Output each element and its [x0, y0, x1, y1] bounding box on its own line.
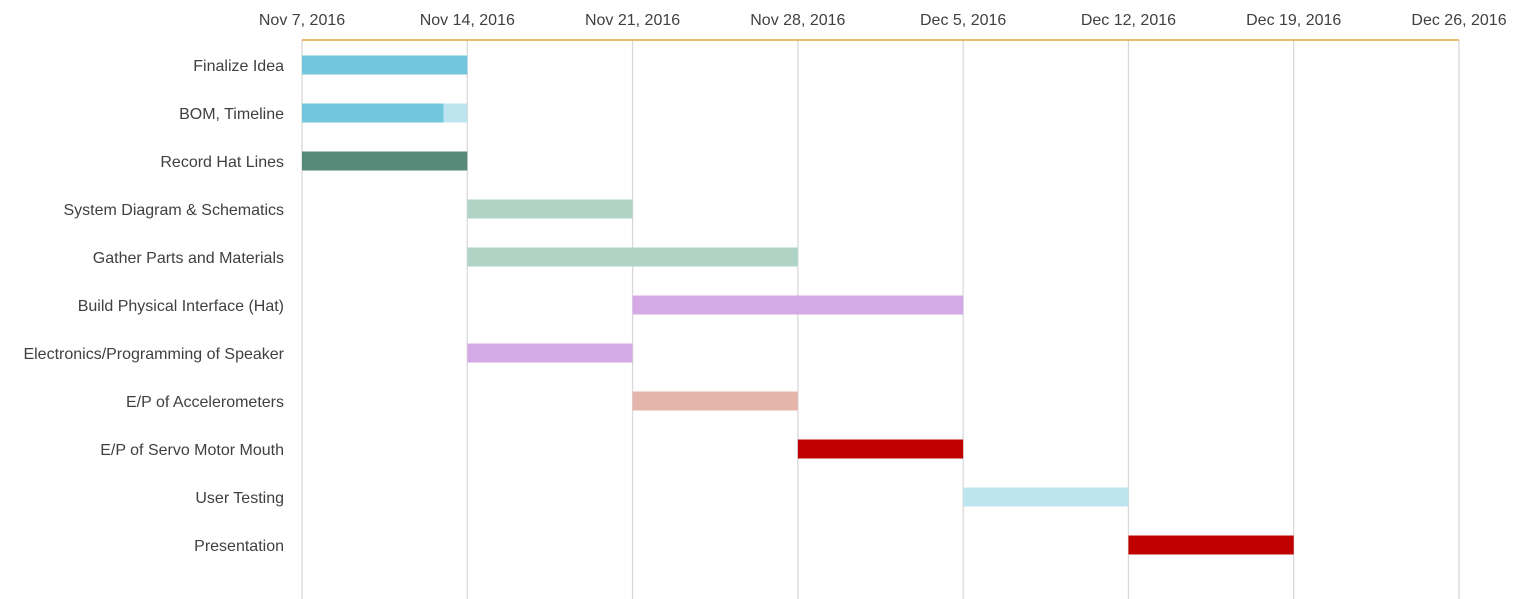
- x-tick-label: Nov 28, 2016: [750, 12, 845, 29]
- gridlines: [301, 40, 1460, 599]
- task-label: Finalize Idea: [193, 58, 284, 75]
- task-bar: [467, 343, 633, 363]
- task-bar: [797, 439, 964, 459]
- task-bar: [1128, 535, 1294, 555]
- task-label: BOM, Timeline: [179, 106, 284, 123]
- task-bar: [302, 55, 468, 75]
- task-bar: [302, 151, 468, 171]
- task-label: Record Hat Lines: [160, 154, 284, 171]
- gantt-chart: Nov 7, 2016 Nov 14, 2016 Nov 21, 2016 Nov 2…: [23, 12, 1507, 599]
- task-bar: [467, 247, 798, 267]
- task-label: Gather Parts and Materials: [93, 250, 284, 267]
- x-tick-label: Nov 21, 2016: [585, 12, 680, 29]
- x-tick-label: Dec 26, 2016: [1411, 12, 1506, 29]
- x-tick-label: Nov 14, 2016: [420, 12, 515, 29]
- task-labels: Finalize Idea BOM, Timeline Record Hat Lin…: [23, 58, 284, 555]
- task-label: System Diagram & Schematics: [63, 202, 284, 219]
- task-bar: [963, 487, 1129, 507]
- task-bar: [467, 199, 633, 219]
- task-label: E/P of Servo Motor Mouth: [100, 442, 284, 459]
- task-bar: [302, 103, 444, 123]
- x-tick-label: Dec 19, 2016: [1246, 12, 1341, 29]
- task-bar: [443, 103, 468, 123]
- task-label: Build Physical Interface (Hat): [78, 298, 284, 315]
- task-bar: [632, 295, 964, 315]
- x-tick-label: Dec 12, 2016: [1081, 12, 1176, 29]
- x-tick-label: Nov 7, 2016: [259, 12, 345, 29]
- task-label: E/P of Accelerometers: [126, 394, 284, 411]
- x-axis-tick-labels: Nov 7, 2016 Nov 14, 2016 Nov 21, 2016 Nov 2…: [259, 12, 1507, 29]
- task-bar: [632, 391, 798, 411]
- task-label: Presentation: [194, 538, 284, 555]
- task-label: Electronics/Programming of Speaker: [23, 346, 284, 363]
- x-tick-label: Dec 5, 2016: [920, 12, 1006, 29]
- task-label: User Testing: [195, 490, 284, 507]
